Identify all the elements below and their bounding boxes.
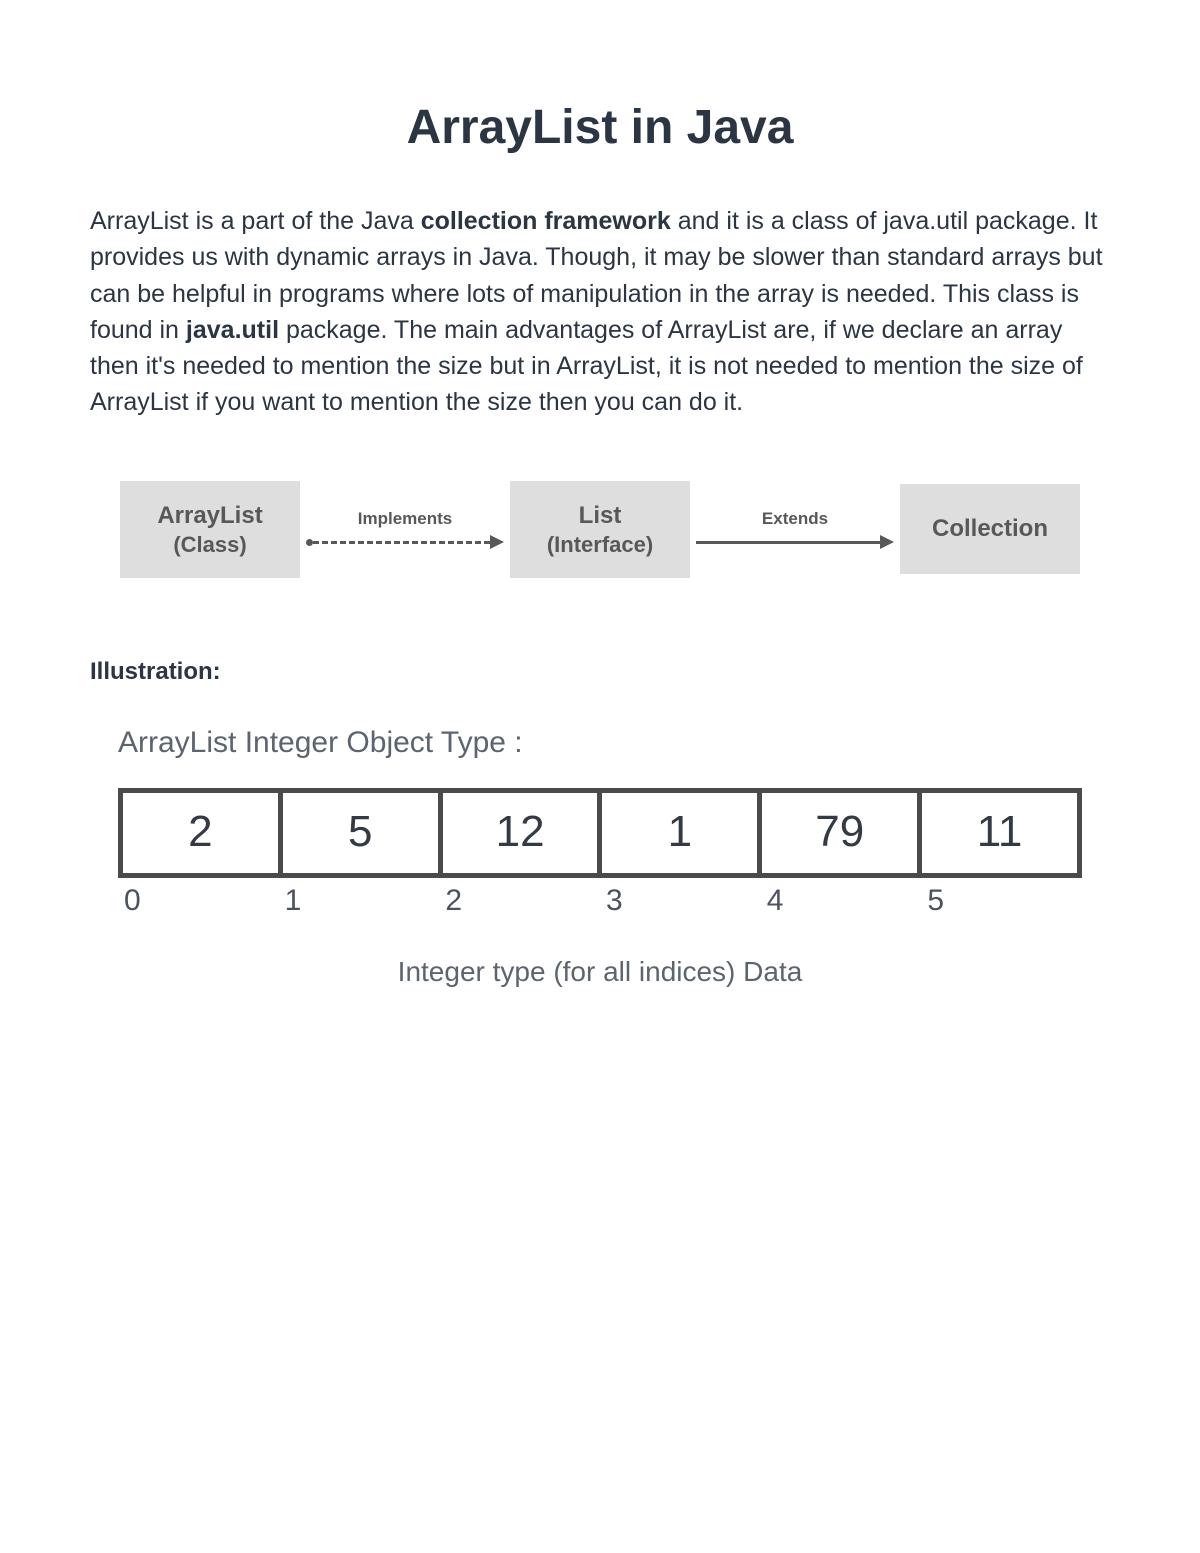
array-cell: 1 xyxy=(602,793,762,873)
array-index: 0 xyxy=(118,884,279,918)
array-index: 2 xyxy=(439,884,600,918)
array-index: 1 xyxy=(279,884,440,918)
array-values-row: 2 5 12 1 79 11 xyxy=(118,788,1082,878)
hierarchy-connector-extends: Extends xyxy=(696,509,894,549)
connector-label: Implements xyxy=(358,509,452,529)
hierarchy-box-arraylist: ArrayList (Class) xyxy=(120,481,300,579)
hierarchy-box-list: List (Interface) xyxy=(510,481,690,579)
array-index: 4 xyxy=(761,884,922,918)
box-sublabel: (Class) xyxy=(138,531,282,559)
box-label: List xyxy=(579,502,622,529)
hierarchy-connector-implements: Implements xyxy=(306,509,504,549)
array-subheading: ArrayList Integer Object Type : xyxy=(118,726,1110,760)
intro-bold-collection-framework: collection framework xyxy=(421,207,671,235)
array-index: 5 xyxy=(921,884,1082,918)
box-sublabel: (Interface) xyxy=(528,531,672,559)
connector-label: Extends xyxy=(762,509,828,529)
array-indices-row: 0 1 2 3 4 5 xyxy=(118,884,1082,918)
array-cell: 79 xyxy=(762,793,922,873)
array-illustration: 2 5 12 1 79 11 0 1 2 3 4 5 Integer type … xyxy=(118,788,1082,988)
dashed-arrow-icon xyxy=(306,535,504,549)
array-index: 3 xyxy=(600,884,761,918)
hierarchy-diagram: ArrayList (Class) Implements List (Inter… xyxy=(90,481,1110,579)
illustration-heading: Illustration: xyxy=(90,658,1110,686)
array-caption: Integer type (for all indices) Data xyxy=(118,956,1082,988)
array-cell: 2 xyxy=(123,793,283,873)
box-label: ArrayList xyxy=(157,502,262,529)
box-label: Collection xyxy=(932,515,1048,542)
intro-bold-java-util: java.util xyxy=(186,316,279,344)
array-cell: 5 xyxy=(283,793,443,873)
array-cell: 11 xyxy=(922,793,1077,873)
intro-text: ArrayList is a part of the Java xyxy=(90,207,421,235)
solid-arrow-icon xyxy=(696,535,894,549)
page-title: ArrayList in Java xyxy=(90,100,1110,155)
intro-paragraph: ArrayList is a part of the Java collecti… xyxy=(90,203,1110,421)
array-cell: 12 xyxy=(443,793,603,873)
hierarchy-box-collection: Collection xyxy=(900,484,1080,574)
